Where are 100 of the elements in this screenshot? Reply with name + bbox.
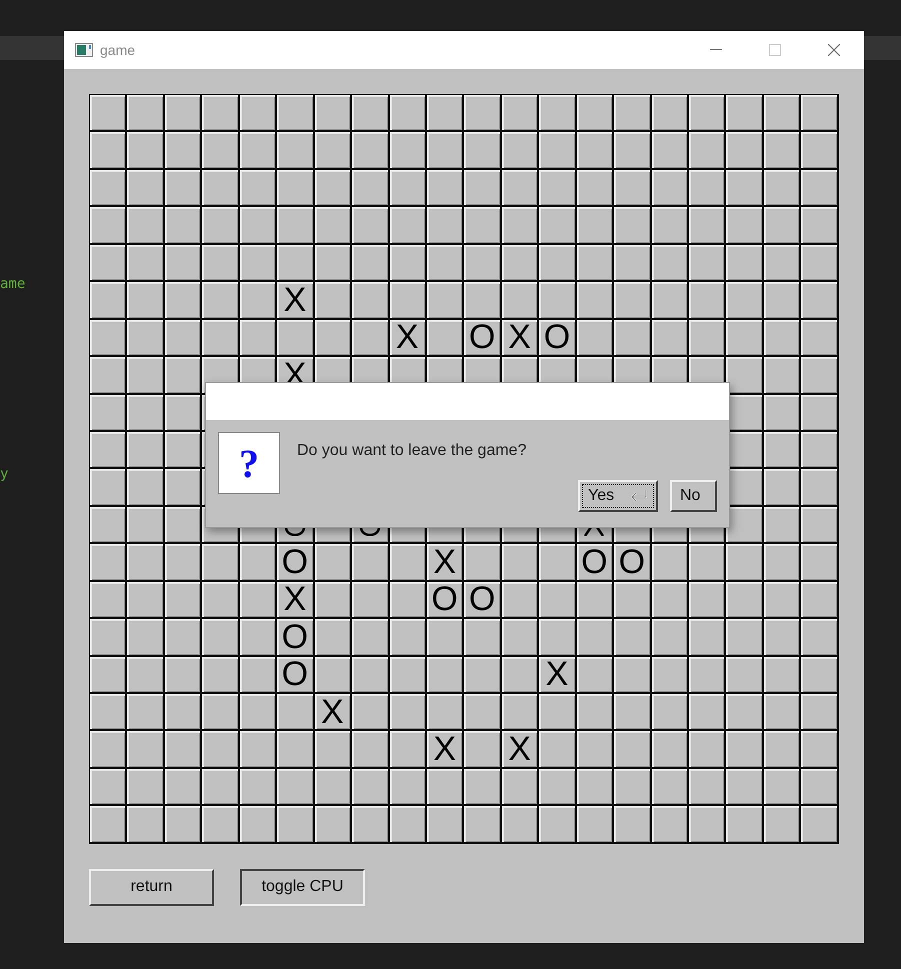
board-cell[interactable]: [764, 432, 802, 470]
board-cell[interactable]: [539, 619, 577, 657]
board-cell[interactable]: [689, 731, 726, 769]
board-cell[interactable]: [164, 619, 202, 657]
board-cell[interactable]: [801, 95, 839, 132]
board-cell[interactable]: [576, 806, 614, 844]
board-cell[interactable]: [614, 768, 652, 806]
board-cell[interactable]: [90, 432, 128, 470]
board-cell[interactable]: [202, 544, 240, 582]
board-cell[interactable]: [539, 582, 577, 620]
board-cell[interactable]: X: [390, 320, 427, 358]
board-cell[interactable]: [390, 806, 427, 844]
board-cell[interactable]: X: [314, 694, 352, 732]
board-cell[interactable]: [90, 95, 128, 132]
board-cell[interactable]: [764, 282, 802, 320]
board-cell[interactable]: [202, 244, 240, 282]
board-cell[interactable]: [314, 768, 352, 806]
board-cell[interactable]: [164, 768, 202, 806]
board-cell[interactable]: [314, 170, 352, 208]
board-cell[interactable]: [689, 207, 726, 245]
board-cell[interactable]: [502, 544, 540, 582]
board-cell[interactable]: [764, 768, 802, 806]
board-cell[interactable]: [539, 282, 577, 320]
board-cell[interactable]: X: [502, 731, 540, 769]
board-cell[interactable]: [614, 731, 652, 769]
board-cell[interactable]: [202, 806, 240, 844]
board-cell[interactable]: [539, 731, 577, 769]
board-cell[interactable]: [726, 244, 764, 282]
board-cell[interactable]: [652, 282, 689, 320]
board-cell[interactable]: [90, 469, 128, 507]
board-cell[interactable]: [164, 132, 202, 170]
board-cell[interactable]: [164, 731, 202, 769]
board-cell[interactable]: [127, 282, 165, 320]
board-cell[interactable]: [652, 320, 689, 358]
board-cell[interactable]: [202, 320, 240, 358]
board-cell[interactable]: [202, 768, 240, 806]
board-cell[interactable]: [277, 207, 315, 245]
board-cell[interactable]: [764, 357, 802, 394]
board-cell[interactable]: [127, 95, 165, 132]
board-cell[interactable]: [464, 95, 502, 132]
board-cell[interactable]: [164, 244, 202, 282]
board-cell[interactable]: [240, 656, 278, 694]
board-cell[interactable]: [164, 432, 202, 470]
board-cell[interactable]: [502, 806, 540, 844]
board-cell[interactable]: [240, 132, 278, 170]
board-cell[interactable]: [426, 207, 464, 245]
board-cell[interactable]: [576, 282, 614, 320]
board-cell[interactable]: [352, 282, 390, 320]
board-cell[interactable]: [164, 806, 202, 844]
board-cell[interactable]: [764, 619, 802, 657]
board-cell[interactable]: [539, 132, 577, 170]
board-cell[interactable]: [726, 544, 764, 582]
board-cell[interactable]: [764, 469, 802, 507]
board-cell[interactable]: [352, 95, 390, 132]
yes-button[interactable]: Yes: [578, 480, 658, 512]
board-cell[interactable]: [90, 619, 128, 657]
board-cell[interactable]: [502, 244, 540, 282]
board-cell[interactable]: [614, 95, 652, 132]
board-cell[interactable]: [127, 506, 165, 544]
board-cell[interactable]: [314, 95, 352, 132]
board-cell[interactable]: [164, 582, 202, 620]
board-cell[interactable]: [426, 132, 464, 170]
board-cell[interactable]: [127, 320, 165, 358]
board-cell[interactable]: [652, 207, 689, 245]
board-cell[interactable]: [764, 656, 802, 694]
board-cell[interactable]: [90, 506, 128, 544]
board-cell[interactable]: [801, 469, 839, 507]
board-cell[interactable]: O: [277, 619, 315, 657]
board-cell[interactable]: [90, 768, 128, 806]
board-cell[interactable]: [390, 95, 427, 132]
board-cell[interactable]: [164, 320, 202, 358]
board-cell[interactable]: [726, 282, 764, 320]
board-cell[interactable]: [764, 320, 802, 358]
board-cell[interactable]: [801, 357, 839, 394]
board-cell[interactable]: [576, 170, 614, 208]
board-cell[interactable]: [352, 582, 390, 620]
board-cell[interactable]: [352, 544, 390, 582]
board-cell[interactable]: [502, 694, 540, 732]
board-cell[interactable]: [726, 170, 764, 208]
board-cell[interactable]: [202, 619, 240, 657]
board-cell[interactable]: [689, 694, 726, 732]
board-cell[interactable]: [127, 357, 165, 394]
board-cell[interactable]: [314, 320, 352, 358]
board-cell[interactable]: O: [576, 544, 614, 582]
board-cell[interactable]: [90, 582, 128, 620]
board-cell[interactable]: [127, 469, 165, 507]
toggle-button[interactable]: toggle CPU: [240, 868, 365, 906]
board-cell[interactable]: [127, 432, 165, 470]
board-cell[interactable]: [764, 170, 802, 208]
board-cell[interactable]: [127, 768, 165, 806]
board-cell[interactable]: [652, 768, 689, 806]
board-cell[interactable]: [539, 244, 577, 282]
board-cell[interactable]: [352, 320, 390, 358]
board-cell[interactable]: [576, 694, 614, 732]
board-cell[interactable]: O: [426, 582, 464, 620]
board-cell[interactable]: [426, 656, 464, 694]
board-cell[interactable]: [576, 619, 614, 657]
board-cell[interactable]: [576, 95, 614, 132]
board-cell[interactable]: [390, 207, 427, 245]
board-cell[interactable]: [464, 170, 502, 208]
